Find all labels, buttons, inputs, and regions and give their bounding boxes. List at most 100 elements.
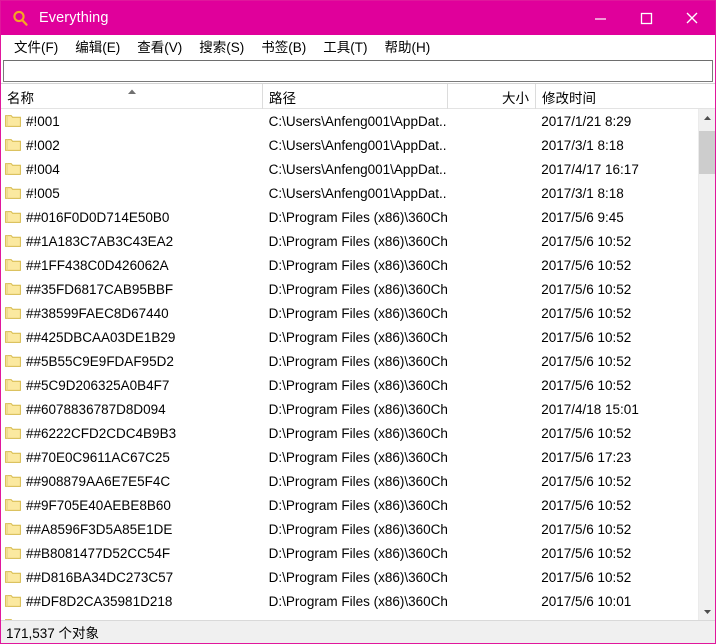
cell-size <box>447 133 535 157</box>
menu-item-file[interactable]: 文件(F) <box>6 37 67 59</box>
menu-item-search[interactable]: 搜索(S) <box>191 37 253 59</box>
table-row[interactable]: ##B8081477D52CC54F D:\Program Files (x86)… <box>1 541 698 565</box>
folder-icon <box>5 138 26 152</box>
window-title: Everything <box>39 10 109 26</box>
table-row[interactable]: ##6078836787D8D094 D:\Program Files (x86)… <box>1 397 698 421</box>
search-input[interactable] <box>3 60 713 82</box>
table-row[interactable]: ##D816BA34DC273C57 D:\Program Files (x86)… <box>1 565 698 589</box>
column-header-date[interactable]: 修改时间 <box>536 84 699 109</box>
cell-path: D:\Program Files (x86)\360Ch... <box>268 473 448 489</box>
cell-path: C:\Users\Anfeng001\AppDat... <box>268 185 448 201</box>
file-name-label: ##A8596F3D5A85E1DE <box>26 521 173 537</box>
close-button[interactable] <box>669 1 715 35</box>
column-header-date-label: 修改时间 <box>542 90 596 106</box>
table-row[interactable]: ##A8596F3D5A85E1DE D:\Program Files (x86)… <box>1 517 698 541</box>
file-name-label: #!005 <box>26 185 60 201</box>
cell-date: 2017/5/6 10:52 <box>541 281 632 297</box>
vertical-scrollbar[interactable] <box>698 109 715 620</box>
file-name-label: ##908879AA6E7E5F4C <box>26 473 171 489</box>
menu-item-view[interactable]: 查看(V) <box>129 37 191 59</box>
table-row[interactable]: ##DF8D2CA35981D218 D:\Program Files (x86)… <box>1 589 698 613</box>
table-row[interactable]: #!002 C:\Users\Anfeng001\AppDat... 2017/3/… <box>1 133 698 157</box>
cell-date: 2017/4/18 15:01 <box>541 401 639 417</box>
cell-path: D:\Program Files (x86)\360Ch... <box>268 329 448 345</box>
scrollbar-track[interactable] <box>699 126 715 603</box>
cell-name: ##1FF438C0D426062A <box>1 253 263 277</box>
menu-item-tools[interactable]: 工具(T) <box>315 37 376 59</box>
cell-size <box>447 445 535 469</box>
cell-path: D:\Program Files (x86)\360Ch... <box>268 305 448 321</box>
cell-size <box>447 493 535 517</box>
cell-size <box>447 541 535 565</box>
menu-item-bookmark[interactable]: 书签(B) <box>253 37 315 59</box>
folder-icon <box>5 378 26 392</box>
table-row[interactable]: ##1A183C7AB3C43EA2 D:\Program Files (x86)… <box>1 229 698 253</box>
folder-icon <box>5 234 26 248</box>
status-bar: 171,537 个对象 <box>1 620 715 643</box>
cell-name: ##A8596F3D5A85E1DE <box>1 517 263 541</box>
table-row[interactable]: ##38599FAEC8D67440 D:\Program Files (x86)… <box>1 301 698 325</box>
cell-name: ##5C9D206325A0B4F7 <box>1 373 263 397</box>
table-row[interactable]: ##425DBCAA03DE1B29 D:\Program Files (x86)… <box>1 325 698 349</box>
file-name-label: ##35FD6817CAB95BBF <box>26 281 174 297</box>
menu-item-help[interactable]: 帮助(H) <box>377 37 440 59</box>
cell-path: C:\Users\Anfeng001\AppDat... <box>268 161 448 177</box>
cell-path: D:\Program Files (x86)\360Ch... <box>268 209 448 225</box>
folder-icon <box>5 402 26 416</box>
table-row[interactable]: ##016F0D0D714E50B0 D:\Program Files (x86)… <box>1 205 698 229</box>
cell-date: 2017/3/1 8:18 <box>541 137 624 153</box>
table-row[interactable]: ##908879AA6E7E5F4C D:\Program Files (x86)… <box>1 469 698 493</box>
folder-icon <box>5 162 26 176</box>
table-row[interactable]: ##70E0C9611AC67C25 D:\Program Files (x86)… <box>1 445 698 469</box>
file-name-label: ##D816BA34DC273C57 <box>26 569 174 585</box>
file-name-label: ##38599FAEC8D67440 <box>26 305 169 321</box>
cell-date: 2017/5/6 10:52 <box>541 305 632 321</box>
file-name-label: ##016F0D0D714E50B0 <box>26 209 170 225</box>
folder-icon <box>5 330 26 344</box>
table-row[interactable]: ##9F705E40AEBE8B60 D:\Program Files (x86)… <box>1 493 698 517</box>
column-header-path[interactable]: 路径 <box>263 84 448 109</box>
folder-icon <box>5 546 26 560</box>
cell-size <box>447 229 535 253</box>
table-row[interactable]: #!004 C:\Users\Anfeng001\AppDat... 2017/4/… <box>1 157 698 181</box>
cell-date: 2017/5/6 10:52 <box>541 569 632 585</box>
file-name-label: ##6222CFD2CDC4B9B3 <box>26 425 177 441</box>
column-header-name[interactable]: 名称 <box>1 84 263 109</box>
file-name-label: ##1FF438C0D426062A <box>26 257 169 273</box>
magnifier-icon <box>7 1 33 35</box>
maximize-button[interactable] <box>623 1 669 35</box>
cell-date: 2017/5/6 10:01 <box>541 593 632 609</box>
cell-size <box>447 421 535 445</box>
column-header-size[interactable]: 大小 <box>448 84 536 109</box>
minimize-button[interactable] <box>577 1 623 35</box>
everything-window: Everything 文件(F) 编辑(E) 查看(V) 搜索(S) 书签(B)… <box>0 0 716 644</box>
table-row[interactable]: ##35FD6817CAB95BBF D:\Program Files (x86)… <box>1 277 698 301</box>
table-row[interactable]: #!005 C:\Users\Anfeng001\AppDat... 2017/3/… <box>1 181 698 205</box>
file-name-label: ##9F705E40AEBE8B60 <box>26 497 171 513</box>
table-row[interactable]: ##5B55C9E9FDAF95D2 D:\Program Files (x86)… <box>1 349 698 373</box>
scroll-down-button[interactable] <box>699 603 715 620</box>
folder-icon <box>5 258 26 272</box>
scrollbar-thumb[interactable] <box>699 130 715 174</box>
folder-icon <box>5 210 26 224</box>
file-name-label: ##B8081477D52CC54F <box>26 545 171 561</box>
cell-name: ##35FD6817CAB95BBF <box>1 277 263 301</box>
cell-name: #!005 <box>1 181 263 205</box>
cell-path: D:\Program Files (x86)\360Ch... <box>268 569 448 585</box>
folder-icon <box>5 306 26 320</box>
table-row[interactable]: #2016.adtchrome.com D:\Program Files (x86… <box>1 613 698 620</box>
file-name-label: #2016.adtchrome.com <box>26 618 160 621</box>
menu-bar: 文件(F) 编辑(E) 查看(V) 搜索(S) 书签(B) 工具(T) 帮助(H… <box>1 35 715 60</box>
table-row[interactable]: ##1FF438C0D426062A D:\Program Files (x86)… <box>1 253 698 277</box>
menu-item-edit[interactable]: 编辑(E) <box>67 37 129 59</box>
cell-path: D:\Program Files (x86)\360Ch... <box>268 425 448 441</box>
scroll-up-button[interactable] <box>699 109 715 126</box>
table-row[interactable]: #!001 C:\Users\Anfeng001\AppDat... 2017/1/… <box>1 109 698 133</box>
cell-date: 2017/5/6 17:23 <box>541 449 632 465</box>
cell-date: 2017/5/6 10:52 <box>541 353 632 369</box>
folder-icon <box>5 522 26 536</box>
table-row[interactable]: ##5C9D206325A0B4F7 D:\Program Files (x86)… <box>1 373 698 397</box>
cell-name: ##6078836787D8D094 <box>1 397 263 421</box>
table-row[interactable]: ##6222CFD2CDC4B9B3 D:\Program Files (x86)… <box>1 421 698 445</box>
title-bar[interactable]: Everything <box>1 1 715 35</box>
